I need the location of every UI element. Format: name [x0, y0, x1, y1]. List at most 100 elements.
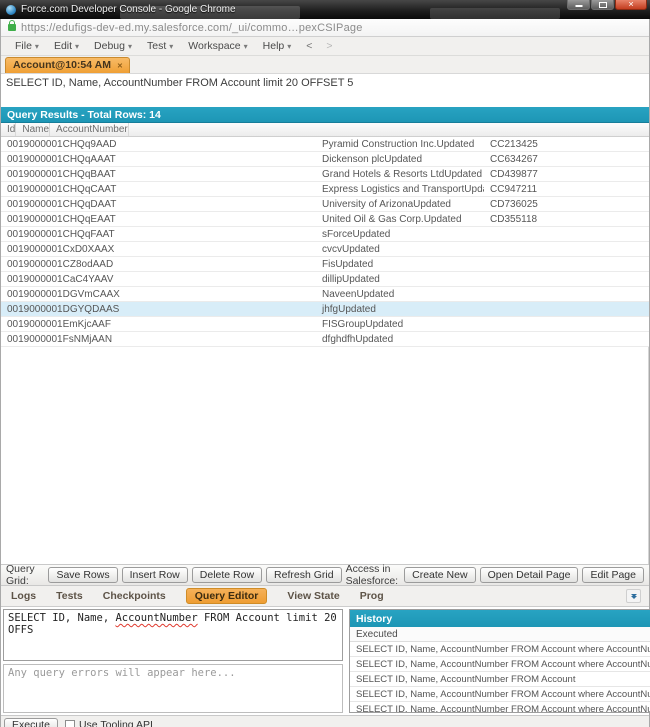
cell-id: 0019000001CHQq9AAD: [7, 138, 117, 150]
salesforce-access-button[interactable]: Edit Page: [582, 567, 644, 583]
cell-id: 0019000001FsNMjAAN: [7, 333, 113, 345]
query-grid-button[interactable]: Save Rows: [48, 567, 118, 583]
url-text[interactable]: https://edufigs-dev-ed.my.salesforce.com…: [21, 22, 363, 34]
table-row[interactable]: 0019000001CHQqEAAT United Oil & Gas Corp…: [1, 212, 649, 227]
table-row[interactable]: 0019000001CHQqCAAT Express Logistics and…: [1, 182, 649, 197]
query-grid-button[interactable]: Refresh Grid: [266, 567, 342, 583]
salesforce-access-button[interactable]: Open Detail Page: [479, 567, 579, 583]
double-chevron-down-icon: [630, 595, 637, 599]
cell-name: University of ArizonaUpdated: [322, 198, 451, 210]
cell-id: 0019000001CHQqFAAT: [7, 228, 115, 240]
workspace-tab-strip: Account@10:54 AM: [1, 56, 649, 73]
bottom-panel-tab[interactable]: View State: [287, 590, 339, 602]
column-header[interactable]: Name: [16, 123, 51, 136]
collapse-panel-button[interactable]: [626, 589, 641, 603]
table-row[interactable]: 0019000001CHQq9AAD Pyramid Construction …: [1, 137, 649, 152]
table-row[interactable]: 0019000001EmKjcAAF FISGroupUpdated: [1, 317, 649, 332]
history-entry[interactable]: SELECT ID, Name, AccountNumber FROM Acco…: [350, 687, 650, 702]
history-entry[interactable]: SELECT ID, Name, AccountNumber FROM Acco…: [350, 672, 650, 687]
close-button[interactable]: [615, 0, 647, 10]
history-panel-header: History: [350, 610, 650, 627]
column-header[interactable]: Id: [1, 123, 17, 136]
menu-item[interactable]: Workspace: [182, 39, 254, 53]
table-row[interactable]: 0019000001CxD0XAAX cvcvUpdated: [1, 242, 649, 257]
cell-id: 0019000001CHQqAAAT: [7, 153, 116, 165]
table-row[interactable]: 0019000001CHQqAAAT Dickenson plcUpdated …: [1, 152, 649, 167]
dropdown-caret-icon: [169, 40, 173, 52]
workspace-tab-account[interactable]: Account@10:54 AM: [5, 57, 130, 73]
query-error-area: Any query errors will appear here...: [3, 664, 343, 713]
table-row[interactable]: 0019000001FsNMjAAN dfghdfhUpdated: [1, 332, 649, 347]
menu-item[interactable]: Debug: [88, 39, 139, 53]
workspace-tab-label: Account@10:54 AM: [13, 59, 111, 71]
cell-name: United Oil & Gas Corp.Updated: [322, 213, 462, 225]
menu-item[interactable]: File: [9, 39, 46, 53]
cell-name: Dickenson plcUpdated: [322, 153, 423, 165]
history-entry[interactable]: SELECT ID, Name, AccountNumber FROM Acco…: [350, 702, 650, 713]
cell-name: cvcvUpdated: [322, 243, 380, 255]
bottom-panel-tab[interactable]: Logs: [11, 590, 36, 602]
history-panel: History Executed SELECT ID, Name, Accoun…: [349, 609, 650, 713]
cell-id: 0019000001CHQqBAAT: [7, 168, 116, 180]
navigate-forward-arrow[interactable]: >: [320, 40, 338, 52]
window-title: Force.com Developer Console - Google Chr…: [21, 4, 236, 15]
history-executed-column-header[interactable]: Executed: [350, 627, 650, 642]
bottom-panel-tab[interactable]: Prog: [360, 590, 384, 602]
menu-item-label: Workspace: [188, 40, 241, 52]
titlebar-glass-decoration: [430, 8, 560, 19]
cell-name: Grand Hotels & Resorts LtdUpdated: [322, 168, 483, 180]
navigate-back-arrow[interactable]: <: [300, 40, 318, 52]
menu-item-label: Help: [262, 40, 285, 52]
table-row[interactable]: 0019000001DGYQDAAS jhfgUpdated: [1, 302, 649, 317]
menu-item[interactable]: Help: [257, 39, 299, 53]
soql-query-input[interactable]: SELECT ID, Name, AccountNumber FROM Acco…: [3, 609, 343, 661]
query-grid-button[interactable]: Insert Row: [121, 567, 188, 583]
execute-bar: Execute Use Tooling API: [1, 715, 649, 727]
menu-item-label: File: [15, 40, 32, 52]
bottom-panel-tab-strip: Logs Tests Checkpoints Query Editor View…: [1, 586, 649, 607]
table-row[interactable]: 0019000001DGVmCAAX NaveenUpdated: [1, 287, 649, 302]
bottom-panel-tab[interactable]: Tests: [56, 590, 83, 602]
dropdown-caret-icon: [287, 40, 291, 52]
minimize-button[interactable]: [567, 0, 590, 10]
query-text-flagged: AccountNumber: [115, 612, 198, 624]
history-list: Executed SELECT ID, Name, AccountNumber …: [350, 627, 650, 712]
chrome-app-icon: [6, 4, 16, 15]
cell-name: dfghdfhUpdated: [322, 333, 394, 345]
cell-name: dillipUpdated: [322, 273, 380, 285]
maximize-button[interactable]: [591, 0, 614, 10]
dropdown-caret-icon: [35, 40, 39, 52]
menu-item[interactable]: Edit: [48, 39, 86, 53]
use-tooling-api-option[interactable]: Use Tooling API: [64, 718, 153, 727]
results-empty-area: [1, 347, 649, 564]
bottom-panel-tab[interactable]: Checkpoints: [103, 590, 166, 602]
bottom-panel-tab[interactable]: Query Editor: [185, 588, 268, 604]
close-tab-icon[interactable]: [117, 59, 123, 71]
history-entry[interactable]: SELECT ID, Name, AccountNumber FROM Acco…: [350, 657, 650, 672]
table-row[interactable]: 0019000001CHQqFAAT sForceUpdated: [1, 227, 649, 242]
cell-id: 0019000001EmKjcAAF: [7, 318, 111, 330]
execute-button[interactable]: Execute: [4, 717, 58, 727]
executed-query-display: SELECT ID, Name, AccountNumber FROM Acco…: [1, 73, 649, 107]
table-row[interactable]: 0019000001CHQqDAAT University of Arizona…: [1, 197, 649, 212]
tooling-api-label: Use Tooling API: [78, 718, 153, 727]
salesforce-access-button[interactable]: Create New: [404, 567, 476, 583]
menu-item[interactable]: Test: [141, 39, 180, 53]
query-text: SELECT ID, Name,: [8, 612, 116, 624]
cell-id: 0019000001CZ8odAAD: [7, 258, 114, 270]
cell-name: Pyramid Construction Inc.Updated: [322, 138, 475, 150]
query-grid-button[interactable]: Delete Row: [191, 567, 263, 583]
table-row[interactable]: 0019000001CHQqBAAT Grand Hotels & Resort…: [1, 167, 649, 182]
window-title-bar: Force.com Developer Console - Google Chr…: [0, 0, 650, 19]
tooling-api-checkbox[interactable]: [64, 719, 75, 727]
console-menu-bar: File Edit Debug Test Workspace: [1, 37, 649, 56]
cell-account-number: CC634267: [490, 153, 538, 165]
address-bar[interactable]: https://edufigs-dev-ed.my.salesforce.com…: [1, 19, 649, 37]
history-entry[interactable]: SELECT ID, Name, AccountNumber FROM Acco…: [350, 642, 650, 657]
column-header[interactable]: AccountNumber: [50, 123, 129, 136]
table-row[interactable]: 0019000001CZ8odAAD FisUpdated: [1, 257, 649, 272]
table-row[interactable]: 0019000001CaC4YAAV dillipUpdated: [1, 272, 649, 287]
menu-item-label: Debug: [94, 40, 125, 52]
query-grid-toolbar: Query Grid: Save Rows Insert Row Delete …: [1, 563, 649, 587]
cell-account-number: CD355118: [490, 213, 538, 225]
